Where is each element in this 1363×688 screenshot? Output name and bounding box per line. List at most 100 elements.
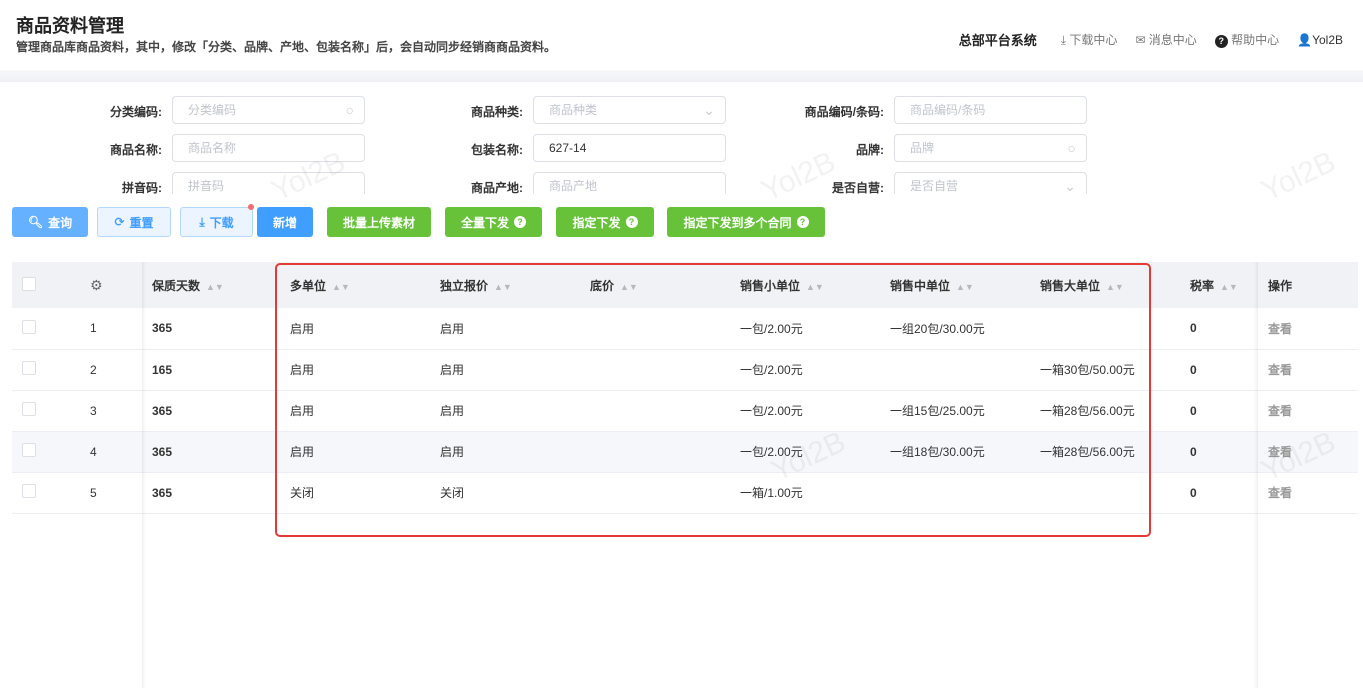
- cell-tax: 0: [1180, 431, 1258, 473]
- checkbox[interactable]: [22, 319, 36, 334]
- row-index: 2: [70, 349, 142, 391]
- filter-input[interactable]: 商品名称: [172, 134, 365, 162]
- full-dispatch-button[interactable]: 全量下发?: [445, 207, 542, 237]
- sort-icon[interactable]: ▲▼: [332, 282, 350, 292]
- help-center-link[interactable]: ? 帮助中心: [1214, 31, 1279, 48]
- cell-multi: 启用: [280, 390, 430, 432]
- filter-input[interactable]: 是否自营 ⌄: [894, 172, 1087, 194]
- column-header[interactable]: 独立报价 ▲▼: [430, 262, 580, 308]
- user-menu[interactable]: 👤Yol2B: [1297, 33, 1343, 47]
- cell-floor: [580, 349, 730, 391]
- checkbox[interactable]: [22, 443, 36, 457]
- view-link[interactable]: 查看: [1268, 445, 1292, 459]
- filter-input[interactable]: 拼音码: [172, 172, 365, 194]
- message-center-link[interactable]: ✉ 消息中心: [1135, 31, 1196, 48]
- cell-indep: 启用: [430, 431, 580, 473]
- filter-input[interactable]: 627-14: [533, 134, 726, 162]
- column-header[interactable]: 保质天数 ▲▼: [142, 262, 280, 308]
- cell-mid: 一组18包/30.00元: [880, 431, 1030, 473]
- cell-indep: 启用: [430, 390, 580, 432]
- row-select[interactable]: [12, 472, 70, 514]
- search-icon: 🔍︎: [27, 215, 44, 229]
- sort-icon[interactable]: ▲▼: [1220, 282, 1238, 292]
- cell-tax: 0: [1180, 472, 1258, 514]
- column-header[interactable]: 销售大单位 ▲▼: [1030, 262, 1180, 308]
- cell-multi: 关闭: [280, 472, 430, 514]
- filter-input[interactable]: 商品种类 ⌄: [533, 96, 726, 124]
- filter-label: 分类编码:: [110, 105, 162, 119]
- table-row: 3 365 启用 启用 一包/2.00元 一组15包/25.00元 一箱28包/56.00元…: [12, 390, 1358, 432]
- add-button[interactable]: 新增: [257, 207, 313, 237]
- view-link[interactable]: 查看: [1268, 363, 1292, 377]
- checkbox[interactable]: [22, 484, 36, 498]
- checkbox[interactable]: [22, 276, 36, 291]
- cell-floor: [580, 472, 730, 514]
- row-index: 4: [70, 431, 142, 473]
- filter-label: 是否自营:: [832, 181, 884, 194]
- filter-input[interactable]: 分类编码 ○: [172, 96, 365, 124]
- column-settings[interactable]: ⚙: [70, 262, 142, 308]
- sort-icon[interactable]: ▲▼: [494, 282, 512, 292]
- row-select[interactable]: [12, 349, 70, 391]
- assign-multi-contract-button[interactable]: 指定下发到多个合同?: [667, 207, 825, 237]
- cell-tax: 0: [1180, 390, 1258, 432]
- filter-label: 商品产地:: [471, 181, 523, 194]
- cell-mid: [880, 349, 1030, 391]
- view-link[interactable]: 查看: [1268, 486, 1292, 500]
- search-icon: ○: [345, 102, 354, 118]
- cell-small: 一箱/1.00元: [730, 472, 880, 514]
- checkbox[interactable]: [22, 402, 36, 416]
- sort-icon[interactable]: ▲▼: [956, 282, 974, 292]
- row-select[interactable]: [12, 390, 70, 432]
- query-button[interactable]: 🔍︎ 查询: [12, 207, 88, 237]
- reset-button[interactable]: ⟳ 重置: [97, 207, 171, 237]
- row-select[interactable]: [12, 431, 70, 473]
- cell-mid: 一组15包/25.00元: [880, 390, 1030, 432]
- view-link[interactable]: 查看: [1268, 404, 1292, 418]
- filter-form: 分类编码: 分类编码 ○ 商品种类: 商品种类 ⌄ 商品编码/条码: 商品编码/条码 商品名称:…: [0, 82, 1363, 194]
- row-select[interactable]: [12, 308, 70, 350]
- cell-small: 一包/2.00元: [730, 431, 880, 473]
- cell-small: 一包/2.00元: [730, 390, 880, 432]
- gear-icon[interactable]: ⚙: [90, 277, 103, 293]
- batch-upload-button[interactable]: 批量上传素材: [327, 207, 431, 237]
- sort-icon[interactable]: ▲▼: [620, 282, 638, 292]
- page-header: 商品资料管理 管理商品库商品资料，其中，修改「分类、品牌、产地、包装名称」后，会…: [0, 0, 1363, 70]
- refresh-icon: ⟳: [114, 215, 125, 229]
- table-row: 4 365 启用 启用 一包/2.00元 一组18包/30.00元 一箱28包/56.00元…: [12, 431, 1358, 473]
- input-placeholder: 分类编码: [188, 103, 237, 117]
- column-header[interactable]: 销售中单位 ▲▼: [880, 262, 1030, 308]
- row-index: 1: [70, 308, 142, 350]
- cell-shelf: 165: [142, 349, 280, 391]
- filter-input[interactable]: 品牌 ○: [894, 134, 1087, 162]
- download-center-link[interactable]: ⤓ 下载中心: [1061, 31, 1118, 48]
- column-header[interactable]: 销售小单位 ▲▼: [730, 262, 880, 308]
- search-icon: ○: [1067, 140, 1076, 156]
- view-link[interactable]: 查看: [1268, 322, 1292, 336]
- column-header[interactable]: 底价 ▲▼: [580, 262, 730, 308]
- download-icon: ⤓: [199, 214, 205, 229]
- notification-dot: [248, 204, 254, 210]
- assign-dispatch-button[interactable]: 指定下发?: [556, 207, 654, 237]
- sort-icon[interactable]: ▲▼: [806, 282, 824, 292]
- system-name: 总部平台系统: [958, 33, 1037, 48]
- cell-indep: 启用: [430, 349, 580, 391]
- cell-multi: 启用: [280, 431, 430, 473]
- download-button[interactable]: ⤓ 下载: [180, 204, 254, 237]
- row-index: 3: [70, 390, 142, 432]
- column-header[interactable]: 多单位 ▲▼: [280, 262, 430, 308]
- sort-icon[interactable]: ▲▼: [1106, 282, 1124, 292]
- cell-indep: 关闭: [430, 472, 580, 514]
- filter-input[interactable]: 商品编码/条码: [894, 96, 1087, 124]
- filter-input[interactable]: 商品产地: [533, 172, 726, 194]
- select-all[interactable]: [12, 262, 70, 308]
- checkbox[interactable]: [22, 361, 36, 375]
- divider: [0, 70, 1363, 82]
- cell-large: [1030, 472, 1180, 514]
- filter-label: 商品种类:: [471, 105, 523, 119]
- fixed-column-shadow: [142, 262, 146, 688]
- mail-icon: ✉: [1135, 33, 1149, 47]
- column-header[interactable]: 税率 ▲▼: [1180, 262, 1258, 308]
- table-row: 2 165 启用 启用 一包/2.00元 一箱30包/50.00元 0 查看: [12, 349, 1358, 391]
- sort-icon[interactable]: ▲▼: [206, 282, 224, 292]
